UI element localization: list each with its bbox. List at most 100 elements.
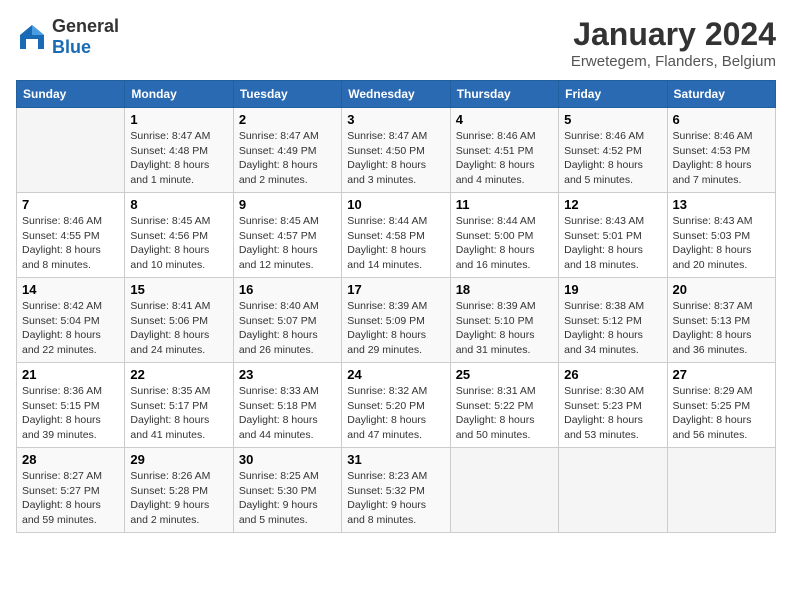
- day-cell: 15 Sunrise: 8:41 AM Sunset: 5:06 PM Dayli…: [125, 278, 233, 363]
- day-cell: 26 Sunrise: 8:30 AM Sunset: 5:23 PM Dayli…: [559, 363, 667, 448]
- day-info: Sunrise: 8:30 AM Sunset: 5:23 PM Dayligh…: [564, 384, 661, 443]
- day-cell: [667, 448, 775, 533]
- day-cell: 4 Sunrise: 8:46 AM Sunset: 4:51 PM Daylig…: [450, 108, 558, 193]
- day-info: Sunrise: 8:41 AM Sunset: 5:06 PM Dayligh…: [130, 299, 227, 358]
- week-row-4: 21Sunrise: 8:36 AM Sunset: 5:15 PM Dayli…: [17, 363, 776, 448]
- day-info: Sunrise: 8:32 AM Sunset: 5:20 PM Dayligh…: [347, 384, 444, 443]
- header-cell-sunday: Sunday: [17, 81, 125, 108]
- day-number: 4: [456, 112, 553, 127]
- day-number: 16: [239, 282, 336, 297]
- day-info: Sunrise: 8:47 AM Sunset: 4:49 PM Dayligh…: [239, 129, 336, 188]
- day-info: Sunrise: 8:47 AM Sunset: 4:50 PM Dayligh…: [347, 129, 444, 188]
- day-number: 2: [239, 112, 336, 127]
- day-info: Sunrise: 8:29 AM Sunset: 5:25 PM Dayligh…: [673, 384, 770, 443]
- day-number: 1: [130, 112, 227, 127]
- day-number: 28: [22, 452, 119, 467]
- day-info: Sunrise: 8:46 AM Sunset: 4:51 PM Dayligh…: [456, 129, 553, 188]
- day-number: 6: [673, 112, 770, 127]
- day-cell: 10Sunrise: 8:44 AM Sunset: 4:58 PM Dayli…: [342, 193, 450, 278]
- calendar-table: SundayMondayTuesdayWednesdayThursdayFrid…: [16, 80, 776, 533]
- day-cell: 2 Sunrise: 8:47 AM Sunset: 4:49 PM Daylig…: [233, 108, 341, 193]
- day-number: 12: [564, 197, 661, 212]
- day-cell: [559, 448, 667, 533]
- day-info: Sunrise: 8:46 AM Sunset: 4:53 PM Dayligh…: [673, 129, 770, 188]
- day-number: 8: [130, 197, 227, 212]
- day-cell: 18Sunrise: 8:39 AM Sunset: 5:10 PM Dayli…: [450, 278, 558, 363]
- day-cell: 16 Sunrise: 8:40 AM Sunset: 5:07 PM Dayli…: [233, 278, 341, 363]
- header-cell-monday: Monday: [125, 81, 233, 108]
- day-number: 11: [456, 197, 553, 212]
- day-info: Sunrise: 8:27 AM Sunset: 5:27 PM Dayligh…: [22, 469, 119, 528]
- day-info: Sunrise: 8:31 AM Sunset: 5:22 PM Dayligh…: [456, 384, 553, 443]
- day-info: Sunrise: 8:38 AM Sunset: 5:12 PM Dayligh…: [564, 299, 661, 358]
- day-cell: 28 Sunrise: 8:27 AM Sunset: 5:27 PM Dayli…: [17, 448, 125, 533]
- day-number: 13: [673, 197, 770, 212]
- day-cell: 17 Sunrise: 8:39 AM Sunset: 5:09 PM Dayli…: [342, 278, 450, 363]
- header-row: SundayMondayTuesdayWednesdayThursdayFrid…: [17, 81, 776, 108]
- day-cell: 30 Sunrise: 8:25 AM Sunset: 5:30 PM Dayli…: [233, 448, 341, 533]
- day-info: Sunrise: 8:36 AM Sunset: 5:15 PM Dayligh…: [22, 384, 119, 443]
- day-number: 18: [456, 282, 553, 297]
- location-title: Erwetegem, Flanders, Belgium: [571, 53, 776, 70]
- logo-text: General Blue: [52, 16, 119, 58]
- day-cell: 19 Sunrise: 8:38 AM Sunset: 5:12 PM Dayli…: [559, 278, 667, 363]
- day-info: Sunrise: 8:42 AM Sunset: 5:04 PM Dayligh…: [22, 299, 119, 358]
- day-info: Sunrise: 8:37 AM Sunset: 5:13 PM Dayligh…: [673, 299, 770, 358]
- day-info: Sunrise: 8:45 AM Sunset: 4:57 PM Dayligh…: [239, 214, 336, 273]
- day-info: Sunrise: 8:46 AM Sunset: 4:52 PM Dayligh…: [564, 129, 661, 188]
- header-cell-saturday: Saturday: [667, 81, 775, 108]
- header-cell-friday: Friday: [559, 81, 667, 108]
- day-cell: 31 Sunrise: 8:23 AM Sunset: 5:32 PM Dayli…: [342, 448, 450, 533]
- day-cell: 13 Sunrise: 8:43 AM Sunset: 5:03 PM Dayli…: [667, 193, 775, 278]
- day-info: Sunrise: 8:26 AM Sunset: 5:28 PM Dayligh…: [130, 469, 227, 528]
- day-info: Sunrise: 8:43 AM Sunset: 5:01 PM Dayligh…: [564, 214, 661, 273]
- day-number: 19: [564, 282, 661, 297]
- day-number: 20: [673, 282, 770, 297]
- day-number: 24: [347, 367, 444, 382]
- week-row-5: 28 Sunrise: 8:27 AM Sunset: 5:27 PM Dayli…: [17, 448, 776, 533]
- day-number: 27: [673, 367, 770, 382]
- day-cell: 1 Sunrise: 8:47 AM Sunset: 4:48 PM Daylig…: [125, 108, 233, 193]
- month-title: January 2024: [571, 16, 776, 53]
- day-info: Sunrise: 8:45 AM Sunset: 4:56 PM Dayligh…: [130, 214, 227, 273]
- day-info: Sunrise: 8:47 AM Sunset: 4:48 PM Dayligh…: [130, 129, 227, 188]
- day-info: Sunrise: 8:40 AM Sunset: 5:07 PM Dayligh…: [239, 299, 336, 358]
- day-cell: 12 Sunrise: 8:43 AM Sunset: 5:01 PM Dayli…: [559, 193, 667, 278]
- day-number: 31: [347, 452, 444, 467]
- day-info: Sunrise: 8:46 AM Sunset: 4:55 PM Dayligh…: [22, 214, 119, 273]
- week-row-3: 14Sunrise: 8:42 AM Sunset: 5:04 PM Dayli…: [17, 278, 776, 363]
- day-info: Sunrise: 8:44 AM Sunset: 5:00 PM Dayligh…: [456, 214, 553, 273]
- day-cell: 8 Sunrise: 8:45 AM Sunset: 4:56 PM Daylig…: [125, 193, 233, 278]
- day-number: 22: [130, 367, 227, 382]
- day-number: 9: [239, 197, 336, 212]
- day-number: 5: [564, 112, 661, 127]
- day-info: Sunrise: 8:35 AM Sunset: 5:17 PM Dayligh…: [130, 384, 227, 443]
- day-info: Sunrise: 8:23 AM Sunset: 5:32 PM Dayligh…: [347, 469, 444, 528]
- day-cell: 25 Sunrise: 8:31 AM Sunset: 5:22 PM Dayli…: [450, 363, 558, 448]
- day-number: 7: [22, 197, 119, 212]
- day-info: Sunrise: 8:44 AM Sunset: 4:58 PM Dayligh…: [347, 214, 444, 273]
- header-cell-thursday: Thursday: [450, 81, 558, 108]
- logo-icon: [16, 21, 48, 53]
- day-info: Sunrise: 8:25 AM Sunset: 5:30 PM Dayligh…: [239, 469, 336, 528]
- day-cell: 7 Sunrise: 8:46 AM Sunset: 4:55 PM Daylig…: [17, 193, 125, 278]
- day-number: 17: [347, 282, 444, 297]
- day-cell: [450, 448, 558, 533]
- day-info: Sunrise: 8:39 AM Sunset: 5:09 PM Dayligh…: [347, 299, 444, 358]
- day-cell: [17, 108, 125, 193]
- day-cell: 14Sunrise: 8:42 AM Sunset: 5:04 PM Dayli…: [17, 278, 125, 363]
- day-cell: 5 Sunrise: 8:46 AM Sunset: 4:52 PM Daylig…: [559, 108, 667, 193]
- day-number: 25: [456, 367, 553, 382]
- day-number: 30: [239, 452, 336, 467]
- calendar-header: SundayMondayTuesdayWednesdayThursdayFrid…: [17, 81, 776, 108]
- day-cell: 23Sunrise: 8:33 AM Sunset: 5:18 PM Dayli…: [233, 363, 341, 448]
- day-cell: 6 Sunrise: 8:46 AM Sunset: 4:53 PM Daylig…: [667, 108, 775, 193]
- day-number: 3: [347, 112, 444, 127]
- day-cell: 27 Sunrise: 8:29 AM Sunset: 5:25 PM Dayli…: [667, 363, 775, 448]
- day-number: 15: [130, 282, 227, 297]
- week-row-2: 7 Sunrise: 8:46 AM Sunset: 4:55 PM Daylig…: [17, 193, 776, 278]
- week-row-1: 1 Sunrise: 8:47 AM Sunset: 4:48 PM Daylig…: [17, 108, 776, 193]
- day-cell: 29Sunrise: 8:26 AM Sunset: 5:28 PM Dayli…: [125, 448, 233, 533]
- day-info: Sunrise: 8:43 AM Sunset: 5:03 PM Dayligh…: [673, 214, 770, 273]
- day-number: 26: [564, 367, 661, 382]
